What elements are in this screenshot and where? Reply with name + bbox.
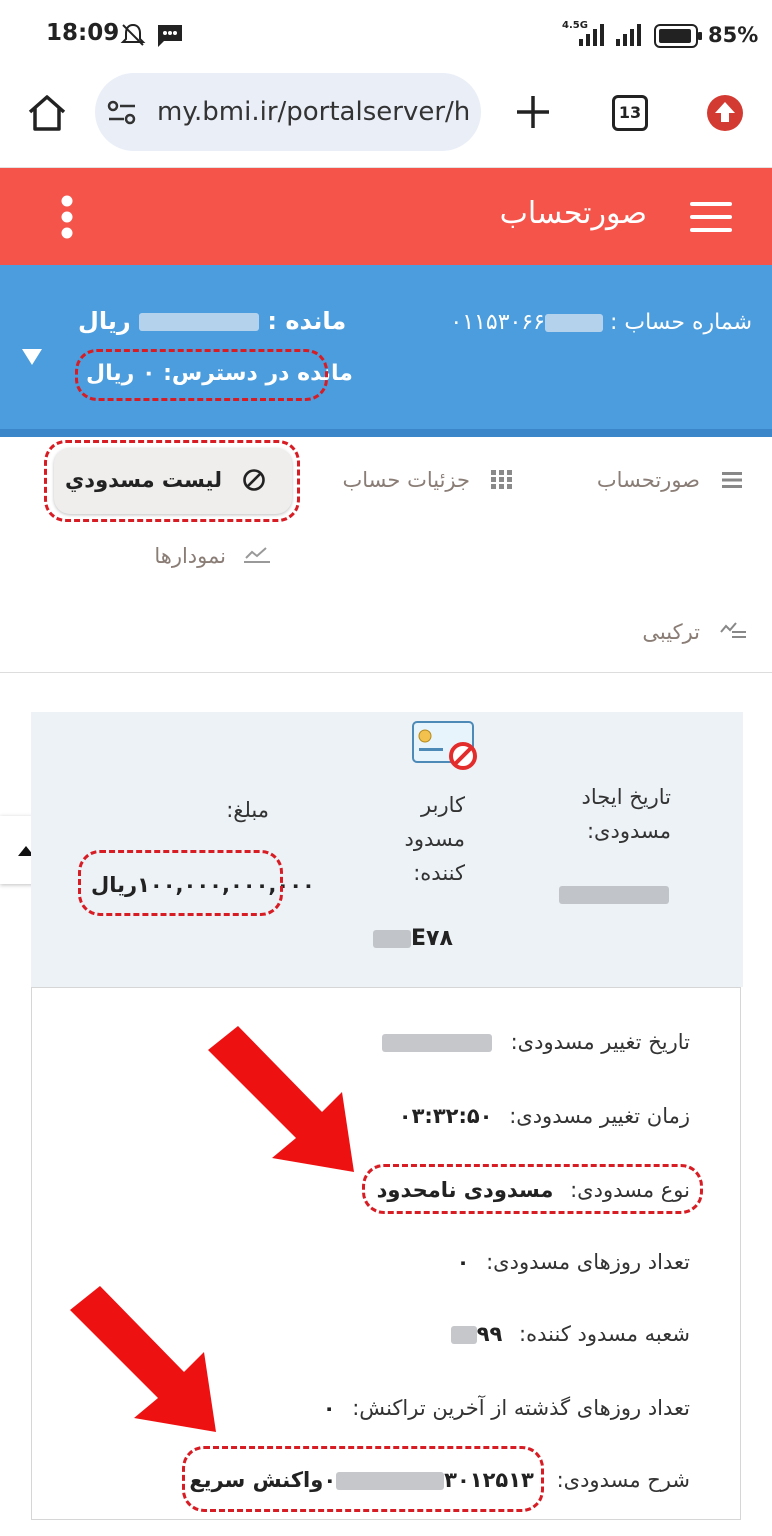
expand-down-icon[interactable] [20, 347, 44, 367]
masked-branch [450, 1326, 477, 1344]
last-transaction-row: تعداد روزهای گذشته از آخرین تراکنش: ۰ [323, 1396, 690, 1420]
account-number-row: شماره حساب : ۰۱۱۵۳۰۶۶ [450, 310, 752, 335]
signal-icon [579, 24, 604, 46]
battery-icon [654, 24, 702, 48]
tab-charts-label: نمودارها [154, 544, 226, 568]
tab-account-details[interactable]: جزئیات حساب [343, 468, 470, 492]
tab-details-label: جزئیات حساب [342, 468, 470, 492]
change-time-value: ۰۳:۳۲:۵۰ [398, 1104, 493, 1128]
masked-digits [544, 314, 603, 332]
more-options-icon[interactable] [55, 194, 79, 240]
tab-count: 13 [618, 103, 642, 122]
created-date-label: تاریخ ایجاد مسدودی: [561, 780, 671, 848]
masked-change-date [381, 1034, 492, 1052]
block-days-label: تعداد روزهای مسدودی: [486, 1250, 690, 1274]
blocker-value: E۷۸ [373, 926, 453, 951]
highlight-amount [78, 850, 283, 916]
branch-value: ۹۹ [450, 1322, 503, 1346]
hamburger-menu-icon[interactable] [688, 199, 734, 235]
change-date-row: تاریخ تغییر مسدودی: [381, 1030, 690, 1054]
bell-off-icon [120, 23, 146, 46]
chart-line-icon [244, 547, 270, 563]
last-transaction-value: ۰ [322, 1396, 336, 1420]
masked-blocker [373, 930, 411, 948]
blocker-value-prefix: E۷۸ [411, 926, 453, 951]
tab-combined-label: ترکیبی [642, 620, 700, 644]
balance-row: مانده : ریال [78, 307, 346, 335]
change-date-label: تاریخ تغییر مسدودی: [510, 1030, 690, 1054]
block-days-value: ۰ [456, 1250, 470, 1274]
highlight-block-type [362, 1164, 703, 1214]
block-days-row: تعداد روزهای مسدودی: ۰ [457, 1250, 690, 1274]
last-transaction-label: تعداد روزهای گذشته از آخرین تراکنش: [352, 1396, 690, 1420]
highlight-available-balance [75, 349, 328, 401]
home-icon[interactable] [26, 92, 68, 134]
signal-icon-2 [616, 24, 641, 46]
browser-toolbar: my.bmi.ir/portalserver/h 13 [0, 72, 772, 168]
message-icon [158, 25, 182, 47]
site-settings-icon[interactable] [107, 100, 137, 126]
status-time: 18:09 [46, 20, 120, 46]
blocker-label-text: کاربر مسدود کننده: [404, 793, 466, 885]
blocker-label: کاربر مسدود کننده: [383, 788, 466, 890]
url-text: my.bmi.ir/portalserver/h [157, 97, 471, 127]
tab-statement[interactable]: صورتحساب [597, 468, 700, 492]
tab-switcher-button[interactable]: 13 [612, 95, 648, 131]
tab-charts[interactable]: نمودارها [154, 544, 226, 568]
balance-label: مانده : [267, 307, 347, 335]
highlight-description [182, 1446, 544, 1512]
masked-balance [139, 313, 260, 331]
change-time-row: زمان تغییر مسدودی: ۰۳:۳۲:۵۰ [399, 1104, 690, 1128]
page-title: صورتحساب [499, 196, 647, 231]
blocked-card-icon [412, 721, 477, 770]
address-bar[interactable]: my.bmi.ir/portalserver/h [95, 73, 481, 151]
grid-icon [491, 470, 512, 489]
description-label: شرح مسدودی: [556, 1468, 690, 1492]
masked-created-date [559, 886, 669, 904]
combined-icon [720, 622, 746, 638]
change-time-label: زمان تغییر مسدودی: [509, 1104, 690, 1128]
account-number-visible: ۰۱۱۵۳۰۶۶ [450, 310, 545, 335]
app-header: صورتحساب [0, 168, 772, 265]
branch-row: شعبه مسدود کننده: ۹۹ [450, 1322, 690, 1346]
battery-percent: 85% [708, 23, 759, 47]
tab-combined[interactable]: ترکیبی [642, 620, 700, 644]
created-date-label-text: تاریخ ایجاد مسدودی: [581, 785, 671, 843]
status-bar: 18:09 4.5G 85% [0, 0, 772, 72]
list-icon [722, 472, 742, 488]
upgrade-icon[interactable] [706, 94, 744, 132]
account-number-label: شماره حساب : [609, 310, 752, 335]
tab-statement-label: صورتحساب [596, 468, 700, 492]
new-tab-icon[interactable] [514, 93, 552, 131]
branch-value-prefix: ۹۹ [476, 1322, 503, 1346]
highlight-blocked-tab [44, 440, 300, 522]
annotation-arrow-2 [70, 1286, 216, 1432]
branch-label: شعبه مسدود کننده: [519, 1322, 690, 1346]
annotation-arrow-1 [208, 1026, 354, 1172]
amount-label: مبلغ: [226, 798, 269, 822]
balance-unit: ریال [78, 307, 131, 335]
